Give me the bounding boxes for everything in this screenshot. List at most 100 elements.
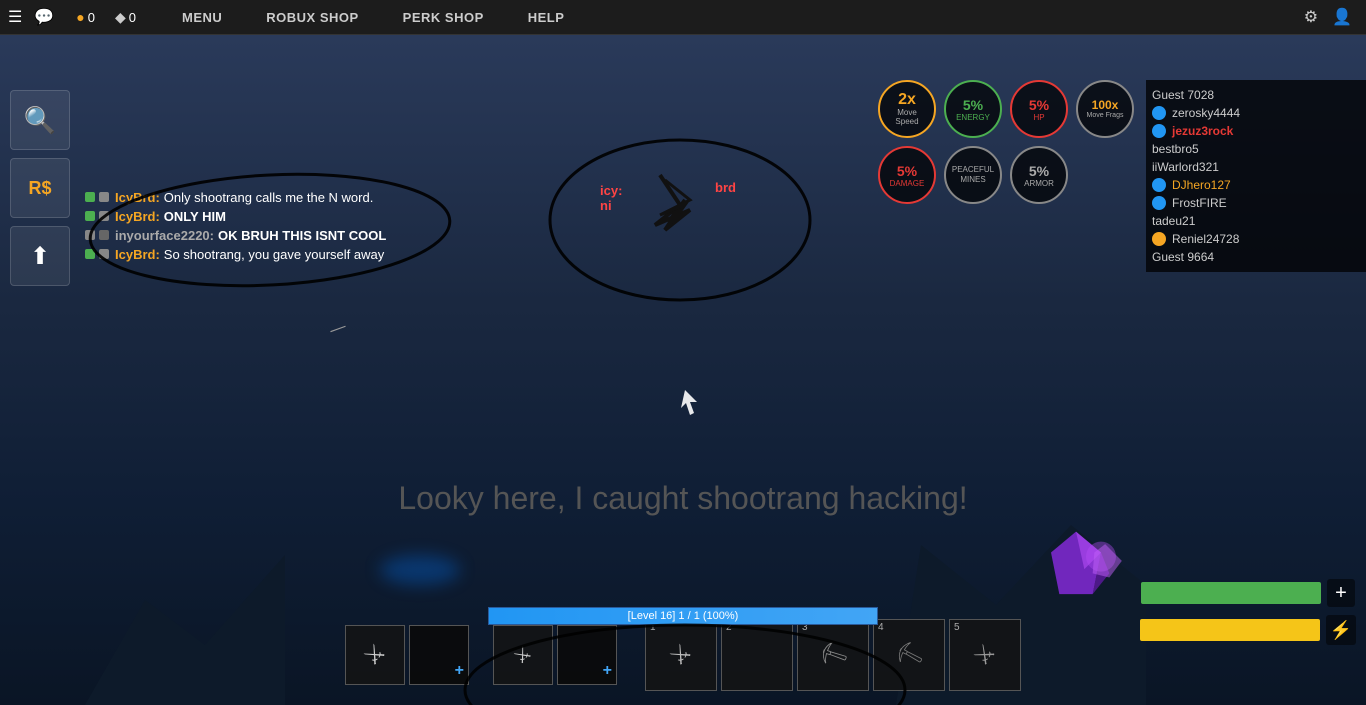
chat-message-4: IcyBrd: So shootrang, you gave yourself … [85,247,386,262]
chat-dot-2 [85,211,95,221]
player-item: FrostFIRE [1152,194,1360,212]
stat-label-hp: HP [1033,113,1044,122]
hamburger-menu-icon[interactable]: ☰ [8,7,22,27]
chat-badge-3 [99,230,109,240]
stats-panel: 2x MoveSpeed 5% ENERGY 5% HP 100x Move F… [878,80,1136,206]
chat-icon[interactable]: 💬 [34,7,54,27]
hotbar-slot-extra4[interactable]: + [557,625,617,685]
upload-icon: ⬆ [30,242,50,271]
hotbar-slot-4[interactable]: 4 ⛏ [873,619,945,691]
stat-peaceful-mines: PEACEFULMINES [944,146,1002,204]
robux-button[interactable]: R$ [10,158,70,218]
stat-value-energy: 5% [963,97,983,113]
search-button[interactable]: 🔍 [10,90,70,150]
player-item: Reniel24728 [1152,230,1360,248]
nav-robux-shop[interactable]: ROBUX SHOP [244,0,380,35]
weapon-icon-extra3: ⚔ [510,642,536,668]
player-name-reniel: Reniel24728 [1172,232,1239,246]
hp-plus-button[interactable]: + [1327,579,1355,607]
player-item: zerosky4444 [1152,104,1360,122]
player-label-icy-text: icy: ni [600,183,622,213]
player-item: tadeu21 [1152,212,1360,230]
player-name-tadeu: tadeu21 [1152,214,1195,228]
chat-text-3: OK BRUH THIS ISNT COOL [218,228,386,243]
settings-icon[interactable]: ⚙ [1304,7,1318,27]
stat-value-movefrags: 100x [1092,98,1119,112]
crystal-decoration [1026,525,1126,605]
nav-help[interactable]: HELP [506,0,587,35]
stat-move-speed: 2x MoveSpeed [878,80,936,138]
stat-label-peaceful: PEACEFULMINES [952,165,994,184]
topbar-right: ⚙ 👤 [1304,7,1366,27]
stat-value-hp: 5% [1029,97,1049,113]
stat-value-movespeed: 2x [898,91,916,109]
player-badge-reniel [1152,232,1166,246]
level-text: [Level 16] 1 / 1 (100%) [628,610,739,622]
chat-text-1: Only shootrang calls me the N word. [164,190,374,205]
stat-value-armor: 5% [1029,163,1049,179]
hotbar-slot-1[interactable]: 1 ⚔ [645,619,717,691]
nav-perk-shop[interactable]: PERK SHOP [381,0,506,35]
player-item: jezuz3rock [1152,122,1360,140]
add-icon-extra2: + [455,662,464,680]
player-name-guest9664: Guest 9664 [1152,250,1214,264]
points-currency: ◆ 0 [115,9,136,26]
robux-icon: R$ [28,178,51,199]
topbar-nav: MENU ROBUX SHOP PERK SHOP HELP [150,0,1304,35]
nav-menu[interactable]: MENU [160,0,244,35]
hotbar-slot-5[interactable]: 5 ⚔ [949,619,1021,691]
player-label-brd-text: brd [715,180,736,195]
stat-label-movefrags: Move Frags [1087,112,1124,120]
chat-badge-4 [99,249,109,259]
player-name-zerosky: zerosky4444 [1172,106,1240,120]
stat-move-frags: 100x Move Frags [1076,80,1134,138]
hotbar-slot-extra3[interactable]: ⚔ [493,625,553,685]
player-item: DJhero127 [1152,176,1360,194]
slot-number-5: 5 [954,622,960,633]
chat-text-4: So shootrang, you gave yourself away [164,247,384,262]
slot-icon-5: ⚔ [969,639,1002,671]
chat-text-2: ONLY HIM [164,209,226,224]
gold-currency: ● 0 [76,9,95,25]
stat-label-movespeed: MoveSpeed [895,109,918,127]
player-item: Guest 9664 [1152,248,1360,266]
chat-speaker-2: IcyBrd: [115,209,160,224]
energy-bar [1140,619,1320,641]
hotbar-slot-extra1[interactable]: ⚔ [345,625,405,685]
player-name-bestbro: bestbro5 [1152,142,1199,156]
account-icon[interactable]: 👤 [1332,7,1352,27]
search-icon: 🔍 [24,105,56,136]
player-name-jezuz: jezuz3rock [1172,124,1233,138]
hotbar-slot-2[interactable]: 2 [721,619,793,691]
gold-value: 0 [88,10,95,25]
hp-bar-row: + [1141,579,1355,607]
main-caption: Looky here, I caught shootrang hacking! [0,480,1366,517]
right-bars: + ⚡ [1140,579,1356,645]
slot-icon-4: ⛏ [891,638,926,672]
chat-dot-3 [85,230,95,240]
stat-label-damage: DAMAGE [890,179,925,188]
chat-dot-4 [85,249,95,259]
cave-highlight [380,555,460,585]
hotbar-slot-3[interactable]: 3 ⛏ [797,619,869,691]
add-icon-extra4: + [603,662,612,680]
level-bar-container: [Level 16] 1 / 1 (100%) [488,607,878,625]
slot-icon-1: ⚔ [665,639,697,671]
player-name-iiwarlord: iiWarlord321 [1152,160,1219,174]
level-bar-text: [Level 16] 1 / 1 (100%) [489,608,877,624]
chat-badge-2 [99,211,109,221]
gold-icon: ● [76,9,84,25]
topbar-left: ☰ 💬 ● 0 ◆ 0 [0,7,150,27]
stat-hp: 5% HP [1010,80,1068,138]
points-value: 0 [129,10,136,25]
slot-icon-3: ⛏ [814,637,851,673]
player-list: Guest 7028 zerosky4444 jezuz3rock bestbr… [1146,80,1366,272]
hotbar-slot-extra2[interactable]: + [409,625,469,685]
player-name-guest7028: Guest 7028 [1152,88,1214,102]
game-viewport: — 2x MoveSpeed 5% ENERGY 5% HP 100x Move… [0,35,1366,705]
upload-button[interactable]: ⬆ [10,226,70,286]
stat-damage: 5% DAMAGE [878,146,936,204]
player-name-frostfire: FrostFIRE [1172,196,1227,210]
player-item: iiWarlord321 [1152,158,1360,176]
level-bar-background: [Level 16] 1 / 1 (100%) [488,607,878,625]
